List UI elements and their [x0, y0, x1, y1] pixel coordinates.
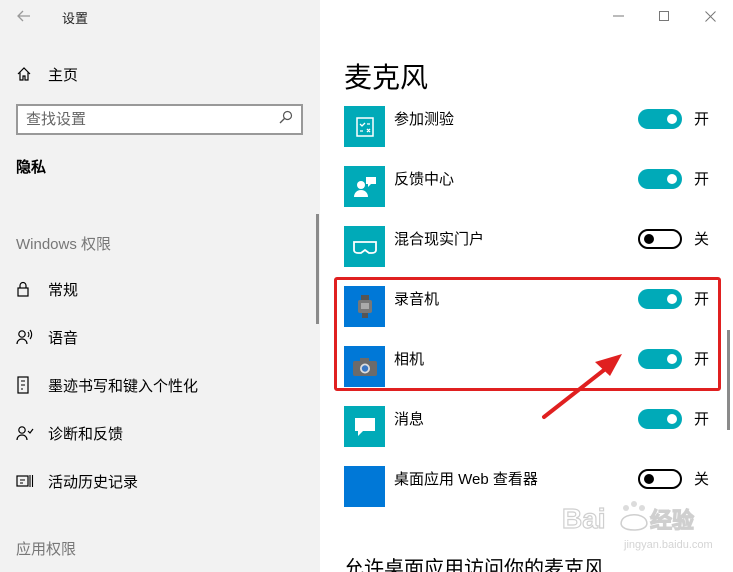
baidu-logo-icon: Bai 经验 jingyan.baidu.com	[561, 501, 713, 551]
baidu-watermark: Bai 经验 jingyan.baidu.com	[560, 494, 730, 554]
svg-text:jingyan.baidu.com: jingyan.baidu.com	[623, 539, 713, 551]
svg-text:经验: 经验	[650, 508, 694, 533]
svg-text:Bai: Bai	[562, 503, 606, 534]
red-arrow-annotation	[542, 354, 622, 419]
